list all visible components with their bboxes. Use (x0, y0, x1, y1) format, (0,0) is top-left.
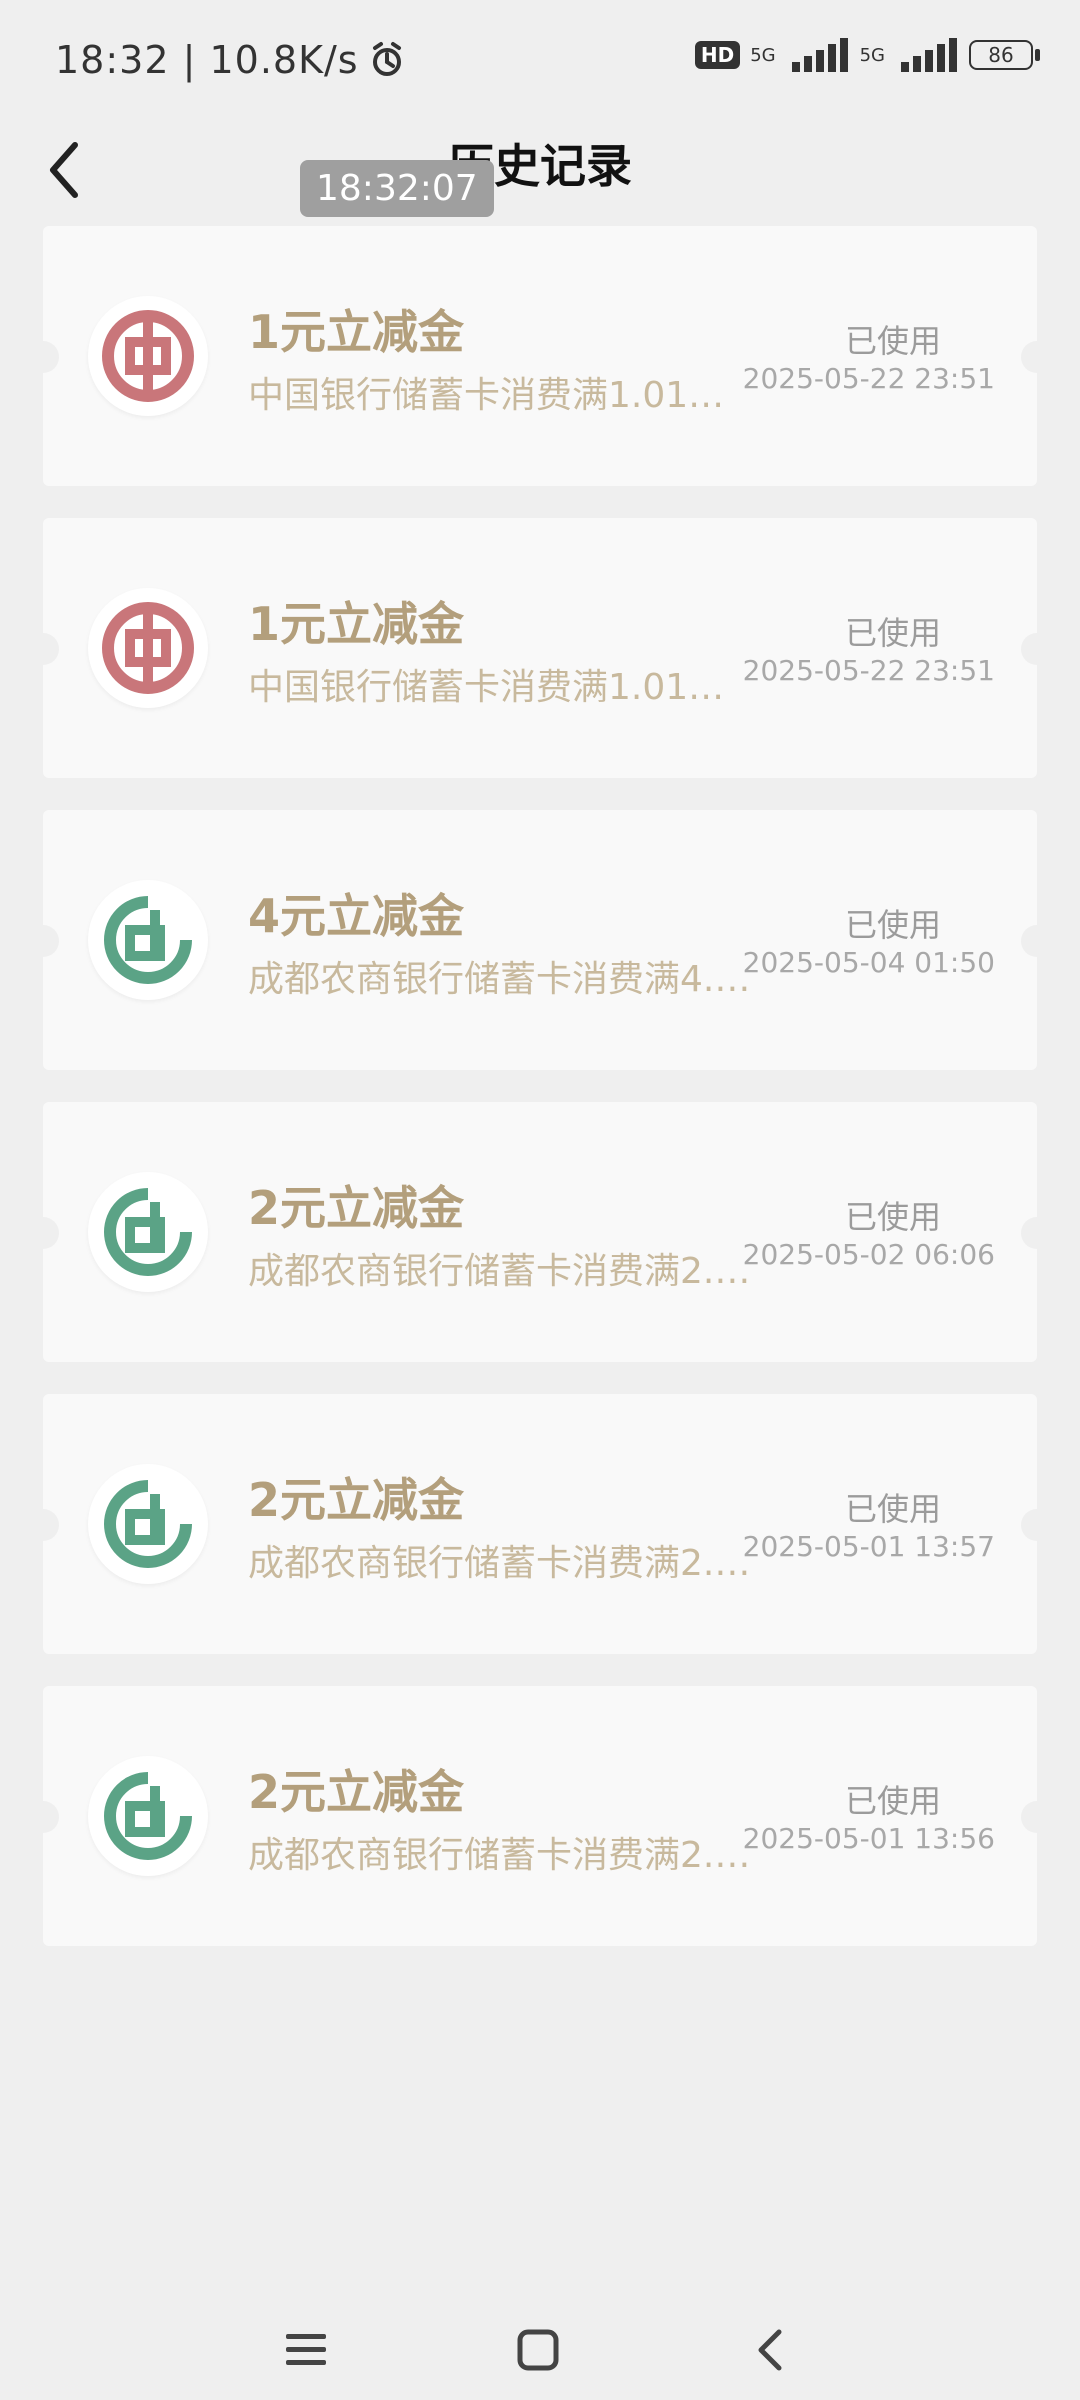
voucher-time: 2025-05-01 13:56 (742, 1822, 995, 1855)
voucher-card[interactable]: 2元立减金 成都农商银行储蓄卡消费满2.01元可用 已使用 2025-05-01… (27, 1394, 1053, 1654)
home-icon (517, 2329, 559, 2371)
nav-back-button[interactable] (730, 2310, 810, 2390)
card-notch-right (1021, 1509, 1053, 1541)
menu-icon (286, 2334, 326, 2365)
voucher-status: 已使用 (844, 906, 941, 944)
battery-tip (1035, 49, 1040, 61)
bank-logo (88, 1464, 208, 1584)
boc-logo-icon (102, 310, 194, 402)
voucher-status: 已使用 (844, 1198, 941, 1236)
voucher-status: 已使用 (844, 322, 941, 360)
cdrcb-logo-icon (104, 1772, 192, 1860)
card-notch-left (27, 925, 59, 957)
bottom-navigation-bar (0, 2300, 1080, 2400)
voucher-time: 2025-05-22 23:51 (742, 654, 995, 687)
cdrcb-logo-icon (104, 896, 192, 984)
network-5g-2: 5G (859, 44, 885, 66)
status-left: 18:32 | 10.8K/s (55, 38, 407, 82)
voucher-description: 中国银行储蓄卡消费满1.01元可用 (248, 375, 753, 416)
voucher-card[interactable]: 2元立减金 成都农商银行储蓄卡消费满2.01元可用 已使用 2025-05-02… (27, 1102, 1053, 1362)
card-notch-left (27, 1509, 59, 1541)
signal-icon-2 (899, 38, 959, 72)
voucher-card[interactable]: 4元立减金 成都农商银行储蓄卡消费满4.01元可用 已使用 2025-05-04… (27, 810, 1053, 1070)
battery-level: 86 (988, 43, 1014, 67)
voucher-status: 已使用 (844, 1490, 941, 1528)
card-notch-left (27, 341, 59, 373)
page-title: 历史记录 (448, 139, 632, 193)
voucher-time: 2025-05-02 06:06 (742, 1238, 995, 1271)
status-time-speed: 18:32 | 10.8K/s (55, 38, 359, 82)
card-notch-right (1021, 925, 1053, 957)
voucher-description: 成都农商银行储蓄卡消费满2.01元可用 (248, 1835, 753, 1876)
bank-logo (88, 296, 208, 416)
card-notch-left (27, 633, 59, 665)
hd-badge: HD (694, 41, 741, 69)
card-notch-left (27, 1217, 59, 1249)
bank-logo (88, 880, 208, 1000)
network-5g-1: 5G (750, 44, 776, 66)
nav-home-button[interactable] (498, 2310, 578, 2390)
status-bar: 18:32 | 10.8K/s HD 5G 5G 86 (0, 0, 1080, 120)
voucher-description: 成都农商银行储蓄卡消费满2.01元可用 (248, 1251, 753, 1292)
time-tooltip: 18:32:07 (300, 160, 494, 217)
voucher-description: 成都农商银行储蓄卡消费满4.01元可用 (248, 959, 753, 1000)
alarm-icon (372, 42, 401, 76)
voucher-title: 2元立减金 (248, 1473, 465, 1527)
voucher-history-list: 1元立减金 中国银行储蓄卡消费满1.01元可用 已使用 2025-05-22 2… (27, 226, 1053, 1978)
card-notch-right (1021, 1801, 1053, 1833)
bank-logo (88, 1172, 208, 1292)
voucher-title: 1元立减金 (248, 305, 465, 359)
card-notch-right (1021, 1217, 1053, 1249)
voucher-card[interactable]: 2元立减金 成都农商银行储蓄卡消费满2.01元可用 已使用 2025-05-01… (27, 1686, 1053, 1946)
voucher-title: 1元立减金 (248, 597, 465, 651)
card-notch-right (1021, 341, 1053, 373)
status-right: HD 5G 5G 86 (694, 38, 1040, 72)
battery-indicator: 86 (969, 40, 1040, 70)
voucher-card[interactable]: 1元立减金 中国银行储蓄卡消费满1.01元可用 已使用 2025-05-22 2… (27, 518, 1053, 778)
voucher-description: 中国银行储蓄卡消费满1.01元可用 (248, 667, 753, 708)
battery-body: 86 (969, 40, 1033, 70)
voucher-title: 4元立减金 (248, 889, 465, 943)
cdrcb-logo-icon (104, 1188, 192, 1276)
voucher-description: 成都农商银行储蓄卡消费满2.01元可用 (248, 1543, 753, 1584)
voucher-time: 2025-05-04 01:50 (742, 946, 995, 979)
nav-menu-button[interactable] (266, 2310, 346, 2390)
voucher-time: 2025-05-01 13:57 (742, 1530, 995, 1563)
header: 历史记录 18:32:07 (0, 120, 1080, 220)
signal-icon-1 (790, 38, 850, 72)
card-notch-right (1021, 633, 1053, 665)
card-notch-left (27, 1801, 59, 1833)
voucher-time: 2025-05-22 23:51 (742, 362, 995, 395)
voucher-status: 已使用 (844, 1782, 941, 1820)
bank-logo (88, 1756, 208, 1876)
bank-logo (88, 588, 208, 708)
voucher-status: 已使用 (844, 614, 941, 652)
boc-logo-icon (102, 602, 194, 694)
voucher-title: 2元立减金 (248, 1765, 465, 1819)
voucher-card[interactable]: 1元立减金 中国银行储蓄卡消费满1.01元可用 已使用 2025-05-22 2… (27, 226, 1053, 486)
voucher-title: 2元立减金 (248, 1181, 465, 1235)
cdrcb-logo-icon (104, 1480, 192, 1568)
back-icon (758, 2329, 782, 2371)
